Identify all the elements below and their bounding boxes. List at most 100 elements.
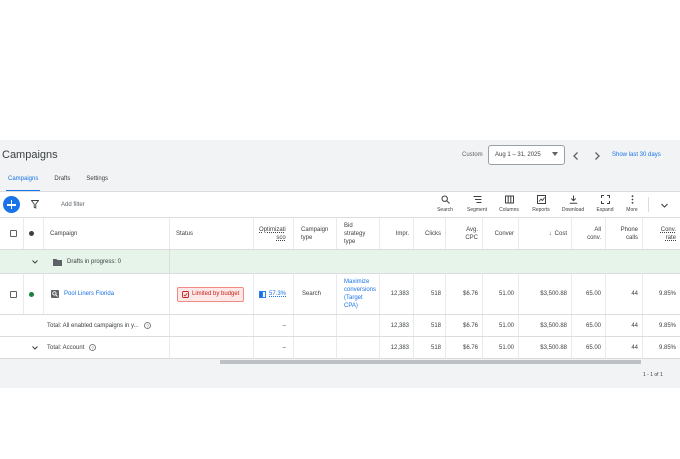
chevron-down-icon[interactable] — [660, 201, 669, 210]
total-enabled-conv-rate: 9.85% — [658, 322, 676, 329]
chevron-down-icon[interactable] — [31, 258, 39, 266]
total-enabled-status-cell — [170, 315, 254, 336]
status-badge[interactable]: Limited by budget — [177, 286, 245, 302]
row-status-cell — [24, 274, 44, 314]
total-account-impr: 12,383 — [380, 337, 414, 358]
total-enabled-row: Total: All enabled campaigns in y... ? –… — [0, 315, 680, 337]
bid-strategy-line2: conversions — [344, 287, 377, 293]
help-icon[interactable]: ? — [143, 322, 151, 329]
show-last-30-days-link[interactable]: Show last 30 days — [612, 152, 661, 158]
total-enabled-impr: 12,383 — [380, 315, 414, 336]
add-button[interactable] — [3, 196, 20, 213]
reports-tool-button[interactable]: Reports — [526, 195, 556, 213]
column-bid-strategy-line2: strategy — [344, 230, 366, 237]
status-cell: Limited by budget — [170, 274, 254, 314]
total-account-type-cell — [294, 337, 337, 358]
help-icon[interactable]: ? — [89, 344, 97, 351]
total-account-row: Total: Account ? – 12,383 518 $6.76 51.0… — [0, 337, 680, 359]
avg-cpc-cell: $6.76 — [446, 274, 483, 314]
columns-icon — [504, 195, 514, 204]
campaign-name-link[interactable]: Pool Liners Florida — [64, 291, 114, 297]
column-cost[interactable]: ↓ Cost — [519, 218, 572, 249]
total-enabled-conversions: 51.00 — [483, 315, 519, 336]
column-avg-cpc[interactable]: Avg. CPC — [446, 218, 483, 249]
column-conv-rate[interactable]: Conv. rate — [643, 218, 680, 249]
total-enabled-clicks: 518 — [414, 315, 446, 336]
more-tool-button[interactable]: More — [617, 195, 647, 213]
table-row[interactable]: Pool Liners Florida Limited by budget 57… — [0, 274, 680, 315]
clicks-cell: 518 — [414, 274, 446, 314]
chevron-left-icon[interactable] — [571, 151, 581, 161]
search-tool-button[interactable]: Search — [430, 195, 460, 213]
total-account-phone-calls: 44 — [606, 337, 643, 358]
select-all-cell — [0, 218, 24, 249]
optimization-cell: 57.3% — [254, 274, 294, 314]
column-phone-calls[interactable]: Phone calls — [606, 218, 643, 249]
status-badge-label: Limited by budget — [192, 291, 240, 297]
column-all-conv[interactable]: All conv. — [572, 218, 606, 249]
chevron-right-icon[interactable] — [592, 151, 602, 161]
column-optimization-line1: Optimizati — [259, 226, 286, 233]
enabled-status-icon — [29, 291, 34, 297]
caret-down-icon — [552, 152, 558, 156]
tab-drafts[interactable]: Drafts — [46, 176, 78, 190]
expand-tool-button[interactable]: Expand — [590, 195, 620, 213]
column-impr[interactable]: Impr. — [380, 218, 414, 249]
download-tool-button[interactable]: Download — [558, 195, 588, 213]
column-campaign-type-line1: Campaign — [301, 226, 329, 233]
segment-tool-label: Segment — [466, 207, 487, 213]
search-tool-label: Search — [437, 207, 453, 213]
column-bid-strategy-line3: type — [344, 238, 356, 245]
date-range-picker[interactable]: Aug 1 – 31, 2025 — [488, 145, 565, 165]
column-clicks[interactable]: Clicks — [414, 218, 446, 249]
optimization-score-icon — [259, 290, 266, 298]
conv-rate-cell: 9.85% — [658, 291, 676, 297]
total-enabled-phone-calls: 44 — [606, 315, 643, 336]
row-checkbox[interactable] — [10, 290, 17, 298]
column-phone-calls-line2: calls — [625, 234, 638, 241]
column-conv-rate-line1: Conv. — [660, 226, 676, 233]
column-optimization-line2: sco — [276, 234, 286, 241]
column-bid-strategy[interactable]: Bid strategy type — [337, 218, 380, 249]
custom-label: Custom — [462, 152, 483, 158]
conversions-cell: 51.00 — [483, 274, 519, 314]
column-campaign-type[interactable]: Campaign type — [294, 218, 337, 249]
table-header-row: Campaign Status Optimizati sco Campaign ty… — [0, 217, 680, 250]
total-enabled-optimization: – — [254, 315, 294, 336]
column-all-conv-line2: conv. — [587, 234, 601, 241]
svg-text:?: ? — [92, 345, 95, 350]
select-all-checkbox[interactable] — [10, 230, 17, 237]
optimization-score-link[interactable]: 57.3% — [269, 291, 286, 297]
columns-tool-button[interactable]: Columns — [494, 195, 524, 213]
row-checkbox-cell — [0, 274, 24, 314]
reports-icon — [536, 195, 546, 204]
toolbar-divider — [648, 197, 649, 212]
total-account-all-conv: 65.00 — [572, 337, 606, 358]
column-conv-rate-line2: rate — [665, 234, 676, 241]
column-status[interactable]: Status — [170, 218, 254, 249]
svg-text:?: ? — [146, 323, 149, 328]
drafts-row[interactable]: Drafts in progress: 0 — [0, 250, 680, 274]
column-conversions[interactable]: Conver — [483, 218, 519, 249]
bid-strategy-link[interactable]: Maximize conversions (Target CPA) — [344, 278, 376, 310]
column-campaign[interactable]: Campaign — [44, 218, 170, 249]
bid-strategy-line1: Maximize — [344, 279, 370, 285]
column-optimization[interactable]: Optimizati sco — [254, 218, 294, 249]
bid-strategy-cell: Maximize conversions (Target CPA) — [337, 274, 380, 314]
tab-campaigns[interactable]: Campaigns — [0, 176, 46, 192]
columns-tool-label: Columns — [499, 207, 519, 213]
filter-icon[interactable] — [31, 200, 39, 209]
total-enabled-avg-cpc: $6.76 — [446, 315, 483, 336]
tab-settings[interactable]: Settings — [78, 176, 116, 190]
search-icon — [441, 195, 450, 204]
chevron-down-icon[interactable] — [31, 344, 39, 352]
reports-tool-label: Reports — [532, 207, 550, 213]
campaign-type-cell: Search — [294, 274, 337, 314]
total-account-status-cell — [170, 337, 254, 358]
segment-tool-button[interactable]: Segment — [462, 195, 492, 213]
column-campaign-type-line2: type — [301, 234, 313, 241]
toolbar: Add filter Search Segment Columns Report… — [0, 191, 680, 217]
add-filter-input[interactable]: Add filter — [61, 202, 85, 208]
total-account-cost: $3,500.88 — [519, 337, 572, 358]
horizontal-scrollbar[interactable] — [220, 360, 641, 364]
